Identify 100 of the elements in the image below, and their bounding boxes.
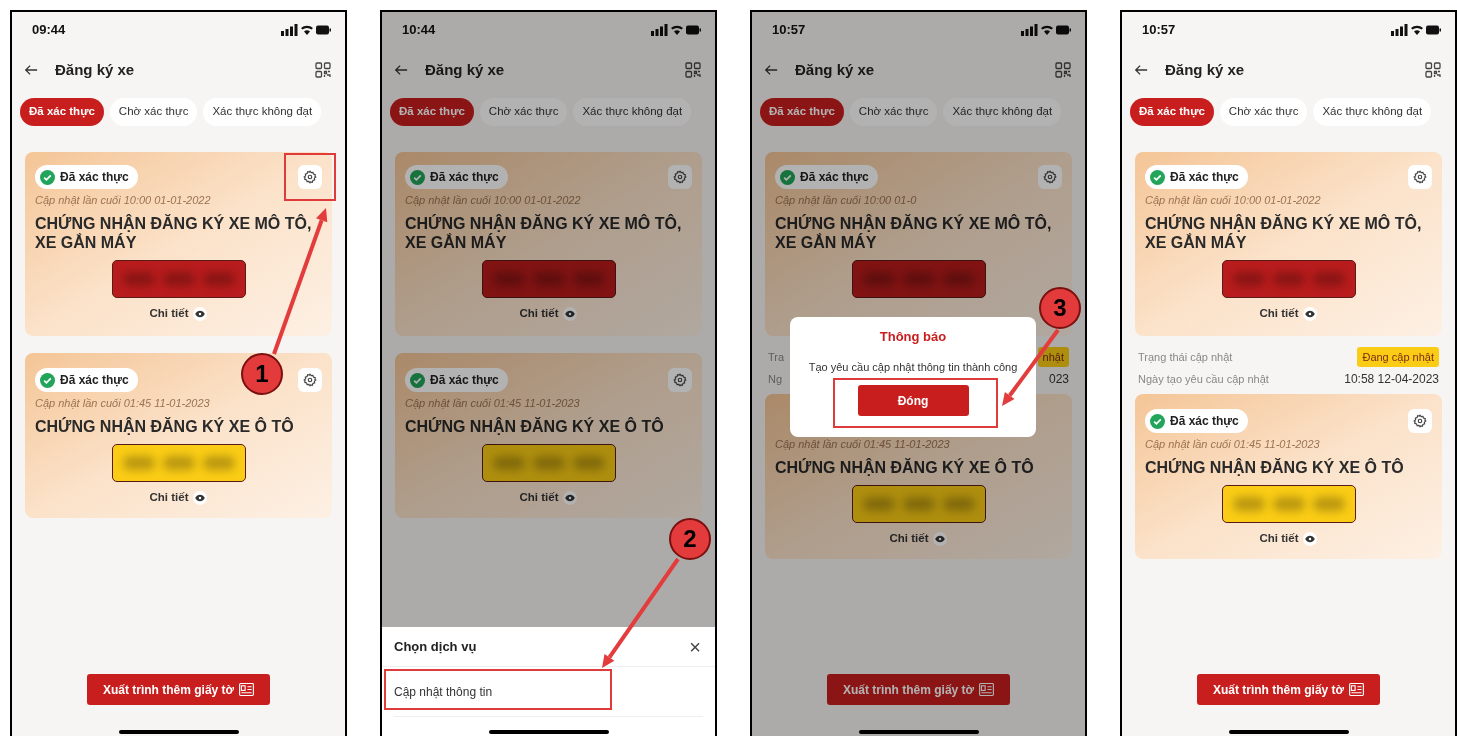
- detail-link[interactable]: Chi tiết: [149, 490, 208, 506]
- filter-tab[interactable]: Đã xác thực: [20, 98, 104, 126]
- check-icon: [410, 169, 425, 185]
- filter-tab[interactable]: Chờ xác thực: [109, 98, 198, 126]
- status-time: 09:44: [32, 21, 66, 40]
- screen-title: Đăng ký xe: [795, 59, 875, 80]
- info-label: Tra: [768, 349, 785, 365]
- check-icon: [780, 169, 795, 185]
- last-updated-text: Cập nhật lần cuối 10:00 01-01-2022: [405, 193, 582, 208]
- document-title: CHỨNG NHẬN ĐĂNG KÝ XE MÔ TÔ, XE GẮN MÁY: [35, 214, 313, 252]
- verified-badge: Đã xác thực: [35, 165, 138, 189]
- eye-icon: [1303, 307, 1318, 321]
- detail-link[interactable]: Chi tiết: [519, 306, 578, 322]
- check-icon: [1150, 413, 1165, 429]
- settings-button[interactable]: [668, 165, 692, 189]
- settings-icon: [1413, 414, 1427, 428]
- status-icons: [1391, 24, 1441, 36]
- filter-tab[interactable]: Chờ xác thực: [479, 98, 568, 126]
- document-title: CHỨNG NHẬN ĐĂNG KÝ XE Ô TÔ: [775, 458, 1035, 477]
- filter-tab[interactable]: Xác thực không đạt: [1313, 98, 1432, 126]
- document-title: CHỨNG NHẬN ĐĂNG KÝ XE Ô TÔ: [35, 417, 295, 436]
- document-title: CHỨNG NHẬN ĐĂNG KÝ XE Ô TÔ: [1145, 458, 1405, 477]
- qr-code-icon[interactable]: [1055, 62, 1071, 78]
- last-updated-text: Cập nhật lần cuối 01:45 11-01-2023: [405, 396, 581, 411]
- qr-code-icon[interactable]: [1425, 62, 1441, 78]
- present-documents-button[interactable]: Xuất trình thêm giấy tờ: [86, 674, 271, 705]
- filter-tab[interactable]: Đã xác thực: [760, 98, 844, 126]
- dialog-title: Thông báo: [879, 328, 947, 346]
- back-icon[interactable]: [24, 63, 38, 77]
- last-updated-text: Cập nhật lần cuối 10:00 01-0: [775, 193, 918, 208]
- document-title: CHỨNG NHẬN ĐĂNG KÝ XE Ô TÔ: [405, 417, 665, 436]
- verified-badge: Đã xác thực: [1145, 165, 1248, 189]
- filter-tab[interactable]: Xác thực không đạt: [573, 98, 692, 126]
- detail-link[interactable]: Chi tiết: [519, 490, 578, 506]
- check-icon: [1150, 169, 1165, 185]
- check-icon: [40, 169, 55, 185]
- id-card-icon: [979, 683, 995, 696]
- settings-button[interactable]: [298, 368, 322, 392]
- last-updated-text: Cập nhật lần cuối 01:45 11-01-2023: [35, 396, 211, 411]
- settings-button[interactable]: [1038, 165, 1062, 189]
- settings-button[interactable]: [1408, 165, 1432, 189]
- settings-icon: [673, 170, 687, 184]
- settings-button[interactable]: [298, 165, 322, 189]
- eye-icon: [563, 307, 578, 321]
- status-time: 10:44: [402, 21, 436, 40]
- detail-link[interactable]: Chi tiết: [1259, 306, 1318, 322]
- back-icon[interactable]: [1134, 63, 1148, 77]
- present-documents-button[interactable]: Xuất trình thêm giấy tờ: [1196, 674, 1381, 705]
- settings-icon: [1413, 170, 1427, 184]
- check-icon: [410, 372, 425, 388]
- screen-title: Đăng ký xe: [55, 59, 135, 80]
- qr-code-icon[interactable]: [315, 62, 331, 78]
- document-title: CHỨNG NHẬN ĐĂNG KÝ XE MÔ TÔ, XE GẮN MÁY: [775, 214, 1053, 252]
- last-updated-text: Cập nhật lần cuối 10:00 01-01-2022: [35, 193, 212, 208]
- status-icons: [651, 24, 701, 36]
- detail-link[interactable]: Chi tiết: [1259, 531, 1318, 547]
- present-documents-button[interactable]: Xuất trình thêm giấy tờ: [826, 674, 1011, 705]
- close-dialog-button[interactable]: Đóng: [857, 385, 969, 416]
- verified-badge: Đã xác thực: [775, 165, 878, 189]
- screen-title: Đăng ký xe: [1165, 59, 1245, 80]
- eye-icon: [933, 532, 948, 546]
- detail-link[interactable]: Chi tiết: [889, 531, 948, 547]
- document-title: CHỨNG NHẬN ĐĂNG KÝ XE MÔ TÔ, XE GẮN MÁY: [1145, 214, 1423, 252]
- back-icon[interactable]: [764, 63, 778, 77]
- settings-button[interactable]: [1408, 409, 1432, 433]
- settings-icon: [303, 170, 317, 184]
- filter-tab[interactable]: Chờ xác thực: [849, 98, 938, 126]
- info-value: 10:58 12-04-2023: [1344, 371, 1439, 388]
- settings-button[interactable]: [668, 368, 692, 392]
- close-button[interactable]: ×: [689, 636, 701, 657]
- eye-icon: [193, 307, 208, 321]
- filter-tab[interactable]: Đã xác thực: [1130, 98, 1214, 126]
- verified-badge: Đã xác thực: [35, 368, 138, 392]
- status-badge: Đang cập nhật: [1357, 346, 1439, 368]
- last-updated-text: Cập nhật lần cuối 10:00 01-01-2022: [1145, 193, 1322, 208]
- filter-tab[interactable]: Đã xác thực: [390, 98, 474, 126]
- filter-tab[interactable]: Xác thực không đạt: [943, 98, 1062, 126]
- settings-icon: [673, 373, 687, 387]
- id-card-icon: [239, 683, 255, 696]
- filter-tab[interactable]: Xác thực không đạt: [203, 98, 322, 126]
- qr-code-icon[interactable]: [685, 62, 701, 78]
- status-time: 10:57: [1142, 21, 1176, 40]
- status-time: 10:57: [772, 21, 806, 40]
- document-title: CHỨNG NHẬN ĐĂNG KÝ XE MÔ TÔ, XE GẮN MÁY: [405, 214, 683, 252]
- info-label: Ngày tạo yêu cầu cập nhật: [1138, 371, 1269, 387]
- info-label: Trạng thái cập nhật: [1138, 349, 1233, 365]
- status-icons: [1021, 24, 1071, 36]
- verified-badge: Đã xác thực: [405, 368, 508, 392]
- settings-icon: [1043, 170, 1057, 184]
- check-icon: [40, 372, 55, 388]
- back-icon[interactable]: [394, 63, 408, 77]
- screen-title: Đăng ký xe: [425, 59, 505, 80]
- sheet-title: Chọn dịch vụ: [394, 637, 477, 656]
- detail-link[interactable]: Chi tiết: [149, 306, 208, 322]
- service-option[interactable]: Cập nhật thông tin: [394, 682, 493, 701]
- filter-tab[interactable]: Chờ xác thực: [1219, 98, 1308, 126]
- last-updated-text: Cập nhật lần cuối 01:45 11-01-2023: [775, 437, 951, 452]
- status-icons: [281, 24, 331, 36]
- last-updated-text: Cập nhật lần cuối 01:45 11-01-2023: [1145, 437, 1321, 452]
- id-card-icon: [1349, 683, 1365, 696]
